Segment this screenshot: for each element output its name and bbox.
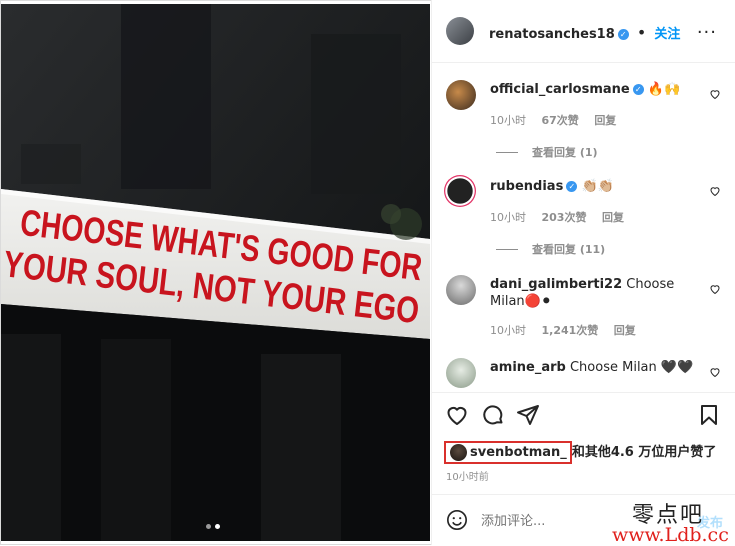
more-options-icon[interactable]: ··· (697, 22, 717, 43)
comment-text-line: amine_arb Choose Milan 🖤🖤 (490, 359, 700, 376)
replies-divider (496, 152, 518, 153)
likes-summary: svenbotman_ 和其他4.6 万位用户赞了 (444, 441, 717, 464)
author-line: renatosanches18 ✓ • 关注 (489, 23, 681, 42)
view-replies-button[interactable]: 查看回复 (11) (496, 241, 605, 257)
replies-divider (496, 249, 518, 250)
author-username[interactable]: renatosanches18 (489, 27, 615, 42)
verified-badge-icon: ✓ (617, 29, 629, 40)
comment-input[interactable] (479, 509, 633, 533)
comment-meta: 10小时 67次赞 回复 (490, 112, 628, 128)
post-timestamp: 10小时前 (446, 472, 489, 483)
share-paper-plane-icon[interactable] (516, 403, 540, 427)
view-replies-label: 查看回复 (11) (532, 243, 606, 256)
comment-like-count[interactable]: 1,241次赞 (542, 324, 599, 337)
follow-button[interactable]: 关注 (654, 27, 680, 42)
author-avatar[interactable] (446, 17, 474, 45)
liker-highlight-box: svenbotman_ (444, 441, 572, 464)
comment-text-line: official_carlosmane ✓ 🔥🙌 (490, 81, 700, 98)
comment-body: 🔥🙌 (647, 82, 681, 97)
comment-text-line: rubendias ✓ 👏🏼👏🏼 (490, 178, 700, 195)
carousel-dot-active[interactable] (215, 524, 220, 529)
comment-like-icon[interactable] (709, 366, 721, 378)
comment-time: 10小时 (490, 211, 526, 224)
comment-text-line: dani_galimberti22 Choose Milan🔴⚫ (490, 276, 700, 310)
commenter-username[interactable]: rubendias (490, 179, 563, 194)
comment-like-count[interactable]: 67次赞 (542, 114, 579, 127)
emoji-smiley-icon[interactable] (446, 509, 468, 531)
view-replies-button[interactable]: 查看回复 (1) (496, 144, 598, 160)
carousel-dot[interactable] (206, 524, 211, 529)
post-actions-bar (432, 392, 735, 433)
liker-avatar[interactable] (450, 444, 467, 461)
comment-reply-button[interactable]: 回复 (614, 324, 636, 337)
comment-reply-button[interactable]: 回复 (602, 211, 624, 224)
save-bookmark-icon[interactable] (697, 403, 721, 427)
carousel-indicator (206, 524, 220, 529)
comment-like-icon[interactable] (709, 88, 721, 100)
commenter-avatar[interactable] (446, 358, 476, 388)
comment-body: 👏🏼👏🏼 (581, 179, 614, 194)
comment-like-icon[interactable] (709, 283, 721, 295)
verified-badge-icon: ✓ (566, 181, 578, 192)
comment-time: 10小时 (490, 324, 526, 337)
comment-meta: 10小时 1,241次赞 回复 (490, 322, 648, 338)
watermark-url: www.Ldb.cc (612, 524, 729, 546)
post-header: renatosanches18 ✓ • 关注 ··· (432, 0, 735, 63)
commenter-avatar[interactable] (446, 80, 476, 110)
commenter-avatar[interactable] (446, 275, 476, 305)
post-photo-art: CHOOSE WHAT'S GOOD FOR YOUR SOUL, NOT YO… (1, 4, 430, 541)
commenter-username[interactable]: dani_galimberti22 (490, 277, 622, 292)
comment-reply-button[interactable]: 回复 (594, 114, 616, 127)
post-side-panel: renatosanches18 ✓ • 关注 ··· official_carlo… (431, 0, 735, 545)
liker-username[interactable]: svenbotman_ (470, 445, 567, 460)
post-image[interactable]: CHOOSE WHAT'S GOOD FOR YOUR SOUL, NOT YO… (1, 4, 430, 541)
comment-like-count[interactable]: 203次赞 (542, 211, 587, 224)
likes-count-text[interactable]: 和其他4.6 万位用户赞了 (572, 445, 717, 460)
view-replies-label: 查看回复 (1) (532, 146, 598, 159)
commenter-avatar-story-ring[interactable] (444, 175, 476, 207)
commenter-username[interactable]: amine_arb (490, 360, 566, 375)
comment-bubble-icon[interactable] (481, 403, 505, 427)
comment-time: 10小时 (490, 114, 526, 127)
comment-like-icon[interactable] (709, 185, 721, 197)
comment-meta: 10小时 203次赞 回复 (490, 209, 636, 225)
commenter-username[interactable]: official_carlosmane (490, 82, 630, 97)
comment-body: Choose Milan 🖤🖤 (569, 360, 694, 375)
like-heart-icon[interactable] (445, 403, 469, 427)
verified-badge-icon: ✓ (632, 84, 644, 95)
